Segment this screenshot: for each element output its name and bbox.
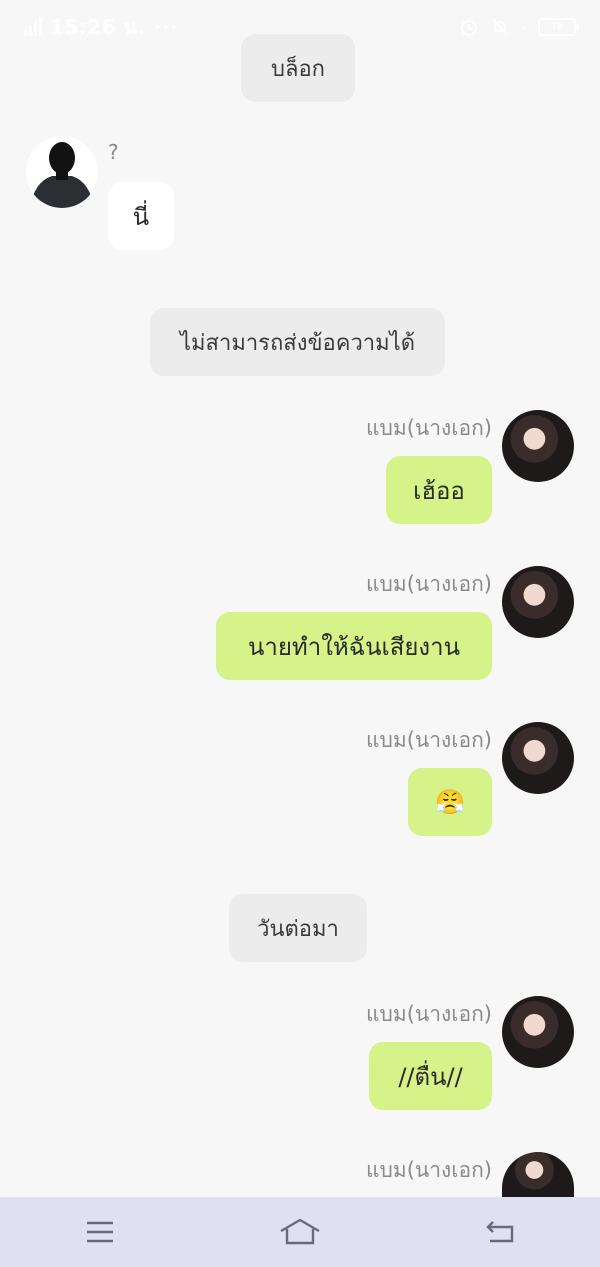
system-message-cannot-send: ไม่สามารถส่งข้อความได้ xyxy=(150,308,445,376)
back-icon xyxy=(486,1221,514,1243)
message-text: //ตื่น// xyxy=(398,1062,463,1091)
message-text: นายทำให้ฉันเสียงาน xyxy=(247,632,461,661)
person-silhouette-icon xyxy=(30,142,94,208)
system-message-text: ไม่สามารถส่งข้อความได้ xyxy=(179,330,416,356)
menu-button[interactable] xyxy=(70,1207,130,1257)
unknown-user-name: ? xyxy=(108,140,119,164)
system-message-text: วันต่อมา xyxy=(257,916,339,942)
status-more: ··· xyxy=(153,15,179,39)
avatar-sender[interactable] xyxy=(502,410,574,482)
sender-name: แบม(นางเอก) xyxy=(366,1002,492,1026)
message-bubble-me[interactable]: เฮ้ออ xyxy=(386,456,492,524)
avatar-sender[interactable] xyxy=(502,1152,574,1197)
sender-name: แบม(นางเอก) xyxy=(366,728,492,752)
avatar-unknown-user[interactable] xyxy=(26,136,98,208)
status-time: 15:26 น. xyxy=(50,15,146,39)
back-button[interactable] xyxy=(470,1207,530,1257)
dot-icon: · xyxy=(520,17,526,37)
avatar-sender[interactable] xyxy=(502,722,574,794)
avatar-sender[interactable] xyxy=(502,566,574,638)
sender-name: แบม(นางเอก) xyxy=(366,1158,492,1182)
system-message-text: บล็อก xyxy=(271,56,325,82)
status-left: 15:26 น. ··· xyxy=(24,11,178,43)
menu-icon xyxy=(87,1221,113,1243)
system-message-next-day: วันต่อมา xyxy=(229,894,367,962)
alarm-icon xyxy=(460,20,477,36)
home-button[interactable] xyxy=(270,1207,330,1257)
message-text: เฮ้ออ xyxy=(413,476,465,505)
avatar-sender[interactable] xyxy=(502,996,574,1068)
battery-level: 78 xyxy=(550,21,564,33)
message-bubble-me[interactable]: //ตื่น// xyxy=(369,1042,492,1110)
huffing-face-emoji: 😤 xyxy=(435,788,465,816)
message-bubble-me[interactable]: นายทำให้ฉันเสียงาน xyxy=(216,612,492,680)
home-icon xyxy=(280,1218,320,1245)
sender-name: แบม(นางเอก) xyxy=(366,572,492,596)
message-bubble-me-emoji[interactable]: 😤 xyxy=(408,768,492,836)
system-nav-bar xyxy=(0,1197,600,1267)
system-message-blocked: บล็อก xyxy=(241,34,355,102)
message-text: นี่ xyxy=(132,202,150,231)
signal-icon xyxy=(24,18,42,36)
sender-name: แบม(นางเอก) xyxy=(366,416,492,440)
battery-icon: 78 xyxy=(538,18,579,36)
status-right: · 78 xyxy=(459,17,579,37)
message-bubble-other[interactable]: นี่ xyxy=(108,182,174,250)
mute-icon xyxy=(492,18,508,36)
